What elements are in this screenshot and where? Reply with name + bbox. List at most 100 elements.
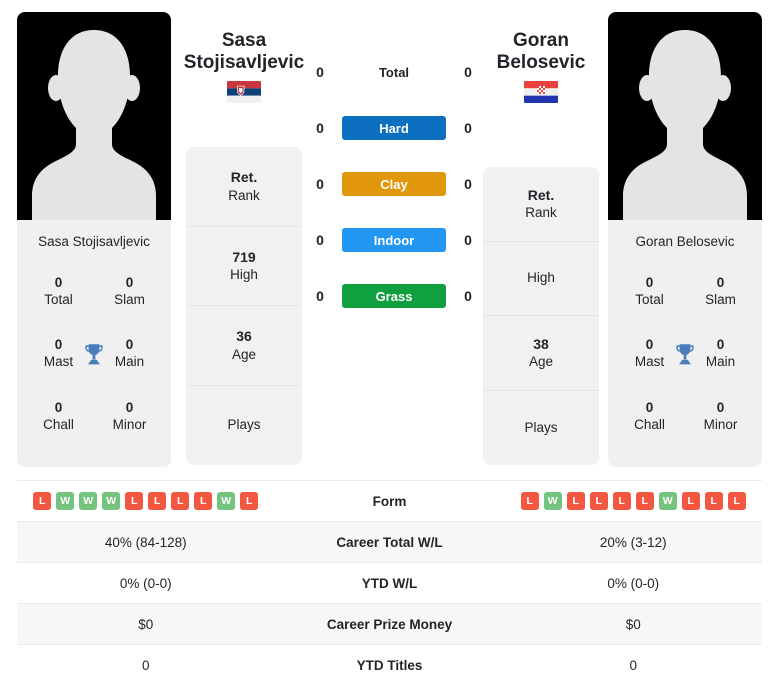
h2h-row-total: 0 Total 0 bbox=[311, 58, 477, 86]
form-badges-right: LWLLLLWLLL bbox=[505, 492, 763, 510]
form-badge-w[interactable]: W bbox=[79, 492, 98, 510]
player-name-caption-right: Goran Belosevic bbox=[635, 234, 735, 249]
table-label-career-total-wl: Career Total W/L bbox=[336, 534, 443, 550]
titles-chall-label-right: Chall bbox=[634, 416, 665, 432]
titles-minor-left: 0 Minor bbox=[94, 386, 165, 449]
titles-mast-label-right: Mast bbox=[634, 354, 665, 370]
h2h-grass-label[interactable]: Grass bbox=[342, 284, 446, 308]
player-last-name-left: Stojisavljevic bbox=[183, 52, 305, 74]
h2h-row-grass: 0 Grass 0 bbox=[311, 282, 477, 310]
table-label-form: Form bbox=[372, 493, 407, 509]
form-badge-w[interactable]: W bbox=[658, 492, 677, 510]
titles-slam-label-left: Slam bbox=[114, 291, 145, 307]
h2h-clay-left: 0 bbox=[316, 176, 324, 192]
stat-high-left: 719 High bbox=[186, 227, 302, 306]
form-badge-w[interactable]: W bbox=[217, 492, 236, 510]
titles-main-label-left: Main bbox=[114, 354, 145, 370]
table-label-ytd-titles: YTD Titles bbox=[356, 657, 423, 673]
player-card-right: Goran Belosevic 0 Total 0 Slam 0 Mast 0 … bbox=[608, 12, 762, 467]
stat-age-value-left: 36 bbox=[236, 328, 252, 345]
comparison-header: Sasa Stojisavljevic 0 Total 0 Slam 0 Mas… bbox=[0, 0, 779, 478]
titles-minor-value-left: 0 bbox=[125, 399, 134, 415]
avatar-silhouette-icon bbox=[623, 30, 747, 220]
form-badge-l[interactable]: L bbox=[194, 492, 213, 510]
h2h-clay-label[interactable]: Clay bbox=[342, 172, 446, 196]
h2h-grass-left: 0 bbox=[316, 288, 324, 304]
form-badge-l[interactable]: L bbox=[520, 492, 539, 510]
form-badge-w[interactable]: W bbox=[102, 492, 121, 510]
titles-chall-left: 0 Chall bbox=[23, 386, 94, 449]
form-badge-l[interactable]: L bbox=[681, 492, 700, 510]
titles-slam-label-right: Slam bbox=[705, 291, 736, 307]
table-row-ytd-wl: 0% (0-0) YTD W/L 0% (0-0) bbox=[17, 562, 762, 603]
h2h-row-hard: 0 Hard 0 bbox=[311, 114, 477, 142]
stat-plays-left: Plays bbox=[186, 386, 302, 466]
table-label-career-prize-money: Career Prize Money bbox=[326, 616, 453, 632]
comparison-stats-table: LWWWLLLLWL Form LWLLLLWLLL 40% (84-128) … bbox=[17, 480, 762, 685]
h2h-indoor-label[interactable]: Indoor bbox=[342, 228, 446, 252]
croatia-flag-icon bbox=[524, 80, 558, 103]
ytd-titles-right: 0 bbox=[629, 657, 637, 673]
table-row-ytd-titles: 0 YTD Titles 0 bbox=[17, 644, 762, 685]
titles-minor-label-right: Minor bbox=[703, 416, 738, 432]
h2h-total-right: 0 bbox=[464, 64, 472, 80]
career-total-wl-left: 40% (84-128) bbox=[104, 534, 187, 550]
h2h-row-clay: 0 Clay 0 bbox=[311, 170, 477, 198]
ytd-wl-left: 0% (0-0) bbox=[119, 575, 172, 591]
titles-mast-value-right: 0 bbox=[645, 337, 654, 353]
form-badge-l[interactable]: L bbox=[635, 492, 654, 510]
career-prize-money-left: $0 bbox=[138, 616, 154, 632]
form-badge-l[interactable]: L bbox=[33, 492, 52, 510]
ytd-wl-right: 0% (0-0) bbox=[607, 575, 660, 591]
stat-rank-label-left: Rank bbox=[228, 187, 260, 203]
player-card-left: Sasa Stojisavljevic 0 Total 0 Slam 0 Mas… bbox=[17, 12, 171, 467]
titles-total-value-left: 0 bbox=[54, 274, 63, 290]
form-badge-l[interactable]: L bbox=[148, 492, 167, 510]
form-badge-l[interactable]: L bbox=[171, 492, 190, 510]
titles-chall-value-right: 0 bbox=[645, 399, 654, 415]
h2h-indoor-left: 0 bbox=[316, 232, 324, 248]
titles-main-value-right: 0 bbox=[716, 337, 725, 353]
stat-high-right: High bbox=[483, 242, 599, 316]
titles-main-label-right: Main bbox=[705, 354, 736, 370]
serbia-flag-icon bbox=[227, 80, 261, 103]
stat-rank-value-left: Ret. bbox=[230, 169, 258, 186]
titles-mast-label-left: Mast bbox=[43, 354, 74, 370]
form-badge-l[interactable]: L bbox=[727, 492, 746, 510]
avatar-silhouette-icon bbox=[32, 30, 156, 220]
stat-plays-label-left: Plays bbox=[227, 417, 261, 433]
stat-plays-right: Plays bbox=[483, 391, 599, 466]
h2h-indoor-right: 0 bbox=[464, 232, 472, 248]
form-badge-l[interactable]: L bbox=[612, 492, 631, 510]
titles-slam-right: 0 Slam bbox=[685, 260, 756, 323]
table-row-career-prize-money: $0 Career Prize Money $0 bbox=[17, 603, 762, 644]
player-first-name-left: Sasa bbox=[221, 30, 267, 51]
h2h-grass-right: 0 bbox=[464, 288, 472, 304]
titles-chall-value-left: 0 bbox=[54, 399, 63, 415]
trophy-icon bbox=[85, 344, 103, 365]
stat-high-value-left: 719 bbox=[232, 248, 256, 265]
stat-rank-label-right: Rank bbox=[525, 205, 557, 221]
titles-total-left: 0 Total bbox=[23, 260, 94, 323]
table-row-career-total-wl: 40% (84-128) Career Total W/L 20% (3-12) bbox=[17, 521, 762, 562]
h2h-total-label: Total bbox=[378, 64, 410, 80]
form-badge-l[interactable]: L bbox=[704, 492, 723, 510]
titles-total-label-right: Total bbox=[635, 291, 664, 307]
h2h-row-indoor: 0 Indoor 0 bbox=[311, 226, 477, 254]
stat-age-left: 36 Age bbox=[186, 306, 302, 386]
form-badge-l[interactable]: L bbox=[240, 492, 259, 510]
form-badge-l[interactable]: L bbox=[589, 492, 608, 510]
h2h-hard-label[interactable]: Hard bbox=[342, 116, 446, 140]
form-badge-w[interactable]: W bbox=[56, 492, 75, 510]
titles-slam-value-right: 0 bbox=[716, 274, 725, 290]
form-badge-l[interactable]: L bbox=[566, 492, 585, 510]
form-badge-w[interactable]: W bbox=[543, 492, 562, 510]
titles-mast-value-left: 0 bbox=[54, 337, 63, 353]
player-title-left: Sasa Stojisavljevic bbox=[154, 30, 334, 103]
form-badge-l[interactable]: L bbox=[125, 492, 144, 510]
table-label-ytd-wl: YTD W/L bbox=[361, 575, 418, 591]
stat-age-right: 38 Age bbox=[483, 316, 599, 391]
player-comparison-page: Sasa Stojisavljevic 0 Total 0 Slam 0 Mas… bbox=[0, 0, 779, 699]
table-row-form: LWWWLLLLWL Form LWLLLLWLLL bbox=[17, 480, 762, 521]
titles-grid-left: 0 Total 0 Slam 0 Mast 0 Main 0 Chall 0 M… bbox=[17, 260, 171, 448]
